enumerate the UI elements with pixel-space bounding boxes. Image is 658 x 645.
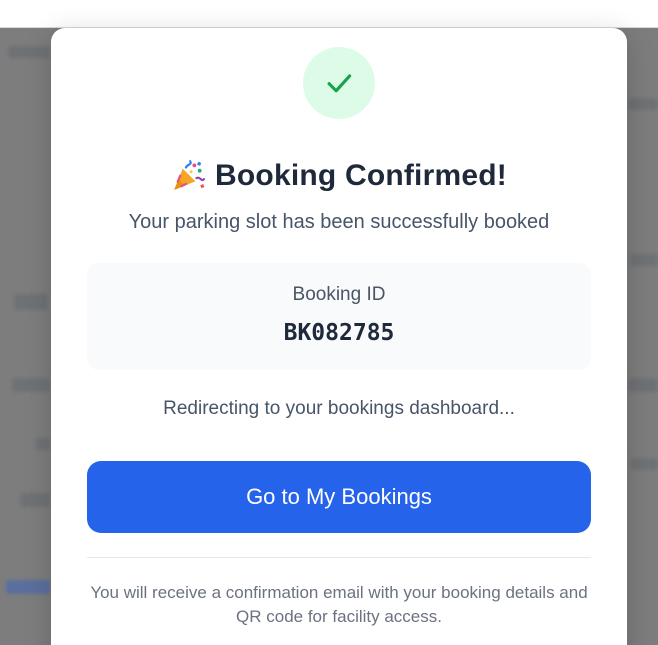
background-content — [8, 46, 50, 58]
go-to-my-bookings-button[interactable]: Go to My Bookings — [87, 461, 591, 533]
background-content — [36, 438, 50, 450]
background-content — [12, 378, 50, 392]
party-popper-icon — [174, 160, 206, 190]
success-badge — [303, 47, 375, 119]
booking-id-label: Booking ID — [292, 284, 386, 305]
background-content — [6, 580, 50, 594]
booking-id-card: Booking ID BK082785 — [87, 263, 591, 370]
redirect-message: Redirecting to your bookings dashboard..… — [163, 398, 515, 419]
booking-confirmation-modal: Booking Confirmed! Your parking slot has… — [51, 28, 627, 645]
background-content — [628, 98, 658, 110]
background-content — [20, 493, 50, 507]
background-content — [628, 378, 658, 392]
modal-subtitle: Your parking slot has been successfully … — [128, 211, 550, 233]
confirmation-email-note: You will receive a confirmation email wi… — [90, 583, 588, 626]
background-content — [14, 294, 48, 310]
divider — [87, 557, 591, 558]
modal-title: Booking Confirmed! — [215, 159, 507, 192]
background-content — [630, 458, 658, 470]
check-icon — [327, 74, 352, 93]
background-content — [630, 254, 658, 266]
title-row: Booking Confirmed! — [51, 156, 627, 196]
page-top-bar — [0, 0, 658, 27]
booking-id-value: BK082785 — [283, 320, 395, 346]
